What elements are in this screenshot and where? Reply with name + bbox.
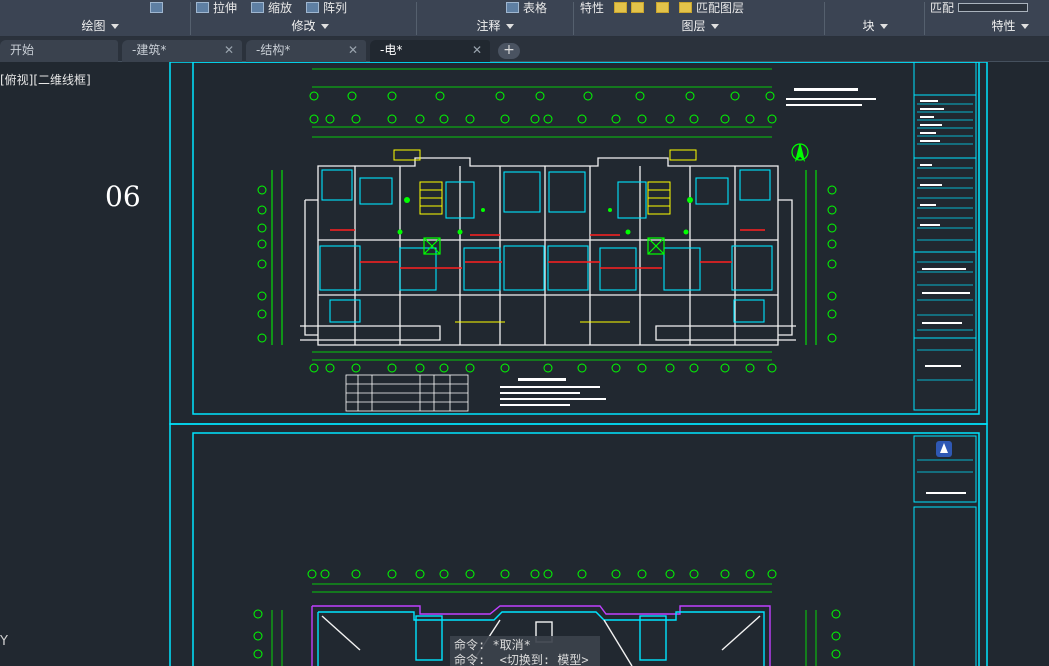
property-tools: 匹配 — [930, 0, 1049, 14]
title-block-top — [913, 62, 977, 411]
ucs-axis-label: Y — [0, 634, 8, 649]
properties-button[interactable]: 特性 — [580, 0, 604, 15]
panel-draw-label: 绘图 — [81, 19, 106, 33]
panel-block[interactable]: 块 — [835, 17, 915, 35]
panel-layers-label: 图层 — [681, 19, 706, 33]
tab-start[interactable]: 开始 — [0, 40, 118, 62]
panel-modify-label: 修改 — [291, 19, 316, 33]
tab-structure[interactable]: -结构* ✕ — [246, 40, 366, 62]
add-tab-icon[interactable]: + — [498, 43, 520, 59]
array-icon[interactable] — [306, 1, 320, 13]
file-tab-bar: 开始 -建筑* ✕ -结构* ✕ -电* ✕ — [0, 37, 1049, 62]
tab-electrical[interactable]: -电* ✕ — [370, 40, 490, 62]
sheet-border-bottom — [169, 423, 988, 666]
match-properties-button[interactable]: 匹配 — [930, 0, 954, 15]
panel-divider — [824, 2, 825, 35]
layer-tools: 特性 匹配图层 — [580, 0, 820, 15]
chevron-down-icon — [110, 24, 119, 29]
draw-tools[interactable] — [150, 0, 180, 14]
logo-icon — [936, 441, 952, 457]
command-line-2: 命令: _<切换到: 模型> — [454, 653, 589, 666]
chevron-down-icon — [879, 24, 888, 29]
panel-divider — [573, 2, 574, 35]
command-history: 命令: *取消* 命令: _<切换到: 模型> — [450, 636, 600, 666]
command-line-1: 命令: *取消* — [454, 638, 531, 652]
tab-architecture[interactable]: -建筑* ✕ — [122, 40, 242, 62]
panel-modify[interactable]: 修改 — [240, 17, 380, 35]
chevron-down-icon — [320, 24, 329, 29]
panel-annotation-label: 注释 — [476, 19, 501, 33]
panel-annotation[interactable]: 注释 — [440, 17, 550, 35]
drawing-border-top — [192, 62, 980, 415]
chevron-down-icon — [1020, 24, 1029, 29]
match-layer-button[interactable]: 匹配图层 — [696, 0, 744, 15]
tab-label: -电* — [380, 43, 403, 57]
annotation-tools: 表格 — [506, 0, 566, 14]
notes-text-marks — [500, 88, 876, 406]
title-block-rows — [917, 103, 973, 473]
panel-layers[interactable]: 图层 — [650, 17, 750, 35]
match-layer-icon[interactable] — [679, 1, 693, 13]
chevron-down-icon — [710, 24, 719, 29]
table-button[interactable]: 表格 — [523, 0, 547, 15]
north-arrow-icon — [791, 143, 809, 162]
close-icon[interactable]: ✕ — [348, 40, 358, 60]
panel-draw[interactable]: 绘图 — [40, 17, 160, 35]
axis-bubbles-side — [257, 170, 837, 345]
panel-properties[interactable]: 特性 — [970, 17, 1049, 35]
viewport-label[interactable]: [俯视][二维线框] — [0, 71, 91, 88]
scale-button[interactable]: 缩放 — [268, 0, 292, 15]
title-block-text-marks — [920, 100, 970, 494]
panel-divider — [416, 2, 417, 35]
legend-table — [345, 374, 469, 412]
rectangle-select-icon[interactable] — [150, 1, 163, 13]
ribbon: 拉伸 缩放 阵列 表格 特性 匹配图层 匹配 绘图 修改 注释 图层 块 特性 — [0, 0, 1049, 37]
drawing-border-bottom — [192, 432, 980, 666]
close-icon[interactable]: ✕ — [224, 40, 234, 60]
panel-divider — [924, 2, 925, 35]
axis-bubbles-top — [309, 91, 777, 373]
color-dropdown[interactable] — [958, 2, 1029, 12]
modify-tools: 拉伸 缩放 阵列 — [196, 0, 386, 14]
dimension-lines-top — [312, 68, 772, 361]
layer-state-icon[interactable] — [614, 1, 628, 13]
chevron-down-icon — [505, 24, 514, 29]
layer-freeze-icon[interactable] — [631, 1, 645, 13]
table-icon[interactable] — [506, 1, 519, 13]
panel-properties-label: 特性 — [991, 19, 1016, 33]
scale-icon[interactable] — [251, 1, 265, 13]
panel-block-label: 块 — [862, 19, 875, 33]
stretch-button[interactable]: 拉伸 — [213, 0, 237, 15]
tab-label: 开始 — [10, 43, 35, 57]
panel-divider — [190, 2, 191, 35]
stretch-icon[interactable] — [196, 1, 209, 13]
close-icon[interactable]: ✕ — [472, 40, 482, 60]
array-button[interactable]: 阵列 — [323, 0, 347, 15]
layer-on-icon[interactable] — [656, 1, 670, 13]
title-block-bottom — [913, 506, 977, 666]
tab-label: -结构* — [256, 43, 291, 57]
room-outlines — [319, 169, 773, 323]
cad-drawing — [169, 62, 988, 666]
side-number: 06 — [105, 180, 141, 213]
tab-label: -建筑* — [132, 43, 167, 57]
